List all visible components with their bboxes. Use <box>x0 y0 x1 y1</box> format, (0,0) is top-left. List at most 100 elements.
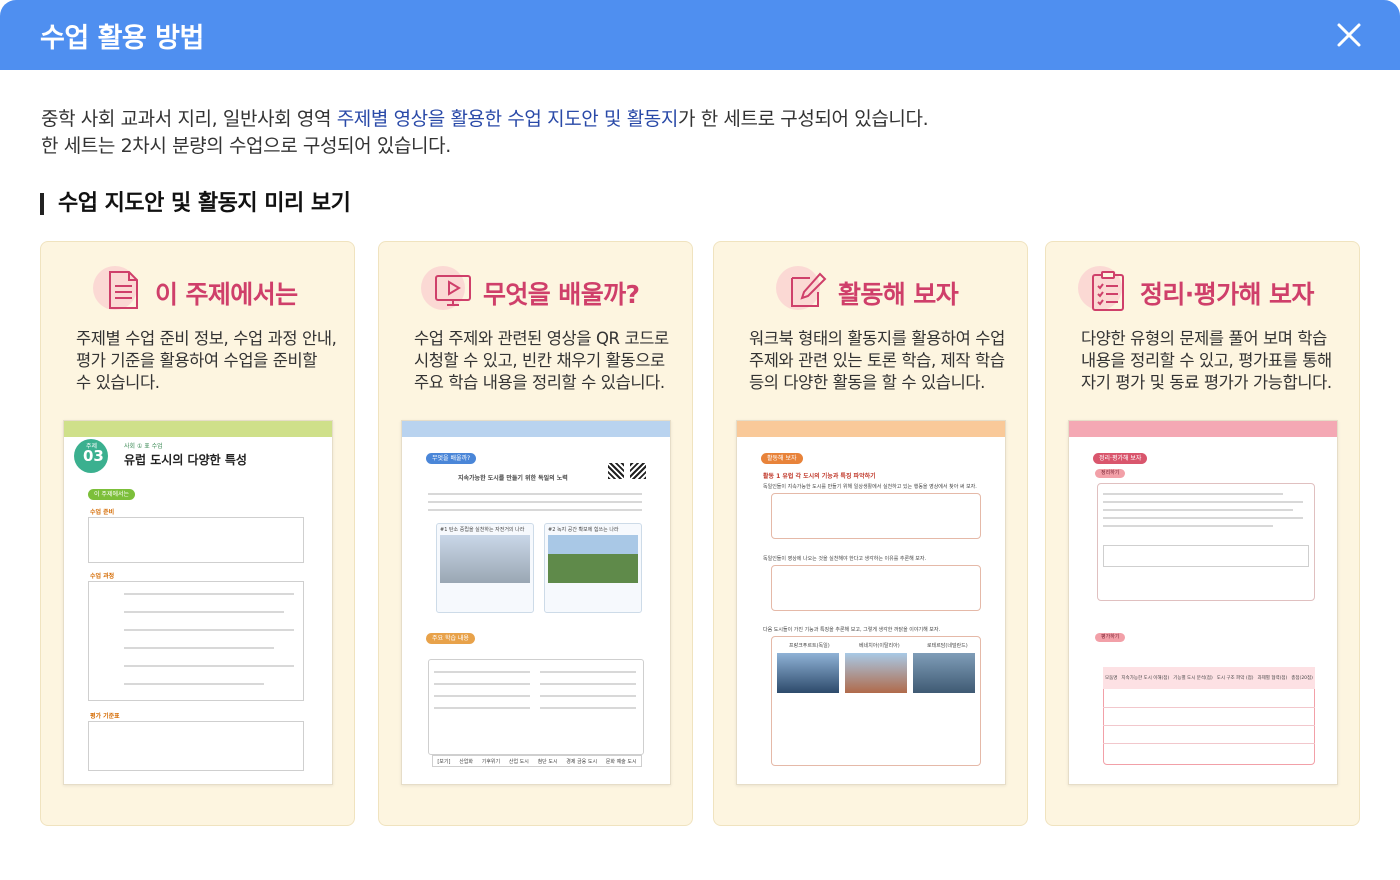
city-photo <box>913 653 975 693</box>
lesson-plan-preview[interactable]: 주제 03 사회 ① 표 수업 유럽 도시의 다양한 특성 이 주제에서는 수업… <box>63 420 333 785</box>
preview-pill: 주요 학습 내용 <box>426 633 475 644</box>
city-photo <box>845 653 907 693</box>
preview-line <box>540 671 636 673</box>
card-desc-line: 주제별 수업 준비 정보, 수업 과정 안내, <box>76 329 337 348</box>
card-header: 정리·평가해 보자 <box>1078 266 1348 318</box>
city-name: 로테르담(네덜란드) <box>927 643 968 649</box>
preview-line <box>124 683 264 685</box>
preview-line <box>428 509 642 511</box>
close-button[interactable] <box>1330 16 1368 54</box>
table-header-cell: 총점(20점) <box>1291 676 1313 681</box>
video-label: #1 탄소 중립을 실천하는 자전거의 나라 <box>440 527 525 533</box>
document-list-icon <box>109 271 138 309</box>
monitor-play-icon <box>435 275 471 306</box>
icon-wrap <box>776 266 836 318</box>
qr-code-icon <box>630 463 646 479</box>
card-description: 수업 주제와 관련된 영상을 QR 코드로 시청할 수 있고, 빈칸 채우기 활… <box>414 328 669 394</box>
preview-pill: 무엇을 배울까? <box>426 453 477 464</box>
preview-top-bar <box>737 421 1005 437</box>
preview-pill: 정리·평가해 보자 <box>1093 453 1148 464</box>
preview-line <box>434 671 530 673</box>
preview-line <box>540 683 636 685</box>
landscape-photo <box>548 535 638 583</box>
preview-top-bar <box>64 421 332 437</box>
intro-highlight: 주제별 영상을 활용한 수업 지도안 및 활동지 <box>336 108 679 130</box>
preview-line <box>124 647 274 649</box>
question-3: 다음 도시들이 가진 기능과 특징을 추론해 보고, 그렇게 생각한 까닭을 이… <box>763 627 941 633</box>
card-desc-line: 자기 평가 및 동료 평가가 가능합니다. <box>1081 373 1332 392</box>
card-desc-line: 주요 학습 내용을 정리할 수 있습니다. <box>414 373 665 392</box>
preview-line <box>124 593 294 595</box>
word-bank-item: 기후위기 <box>481 758 501 765</box>
preview-part: 평가하기 <box>1095 633 1126 642</box>
clipboard-check-icon <box>1092 271 1124 311</box>
activity-preview[interactable]: 활동해 보자 활동 1 유럽 각 도시의 기능과 특징 파악하기 독일인들이 지… <box>736 420 1006 785</box>
card-desc-line: 수 있습니다. <box>76 373 160 392</box>
card-desc-line: 등의 다양한 활동을 할 수 있습니다. <box>749 373 985 392</box>
question-1: 독일인들이 지속가능한 도시를 만들기 위해 일상생활에서 실천하고 있는 행동… <box>763 484 977 490</box>
preview-line <box>1103 517 1303 519</box>
card-desc-line: 시청할 수 있고, 빈칸 채우기 활동으로 <box>414 351 665 370</box>
icon-wrap <box>93 266 153 318</box>
card-header: 활동해 보자 <box>776 266 1006 318</box>
preview-pill: 활동해 보자 <box>761 453 803 464</box>
word-bank-item: [보기] <box>437 758 451 765</box>
preview-line <box>434 695 530 697</box>
close-icon[interactable] <box>1330 16 1368 54</box>
answer-box <box>771 493 981 539</box>
card-header: 무엇을 배울까? <box>421 266 681 318</box>
card-desc-line: 다양한 유형의 문제를 풀어 보며 학습 <box>1081 329 1327 348</box>
preview-table <box>88 721 304 771</box>
preview-section: 수업 준비 <box>90 509 115 516</box>
worksheet-preview[interactable]: 무엇을 배울까? 지속가능한 도시를 만들기 위한 독일의 노력 #1 탄소 중… <box>401 420 671 785</box>
preview-line <box>1103 493 1283 495</box>
card-desc-line: 평가 기준을 활용하여 수업을 준비할 <box>76 351 318 370</box>
table-header-cell: 모둠명 <box>1105 676 1118 681</box>
card-what-to-learn[interactable]: 무엇을 배울까? 수업 주제와 관련된 영상을 QR 코드로 시청할 수 있고,… <box>378 241 693 826</box>
table-row-line <box>1103 743 1315 744</box>
activity-label: 활동 1 유럽 각 도시의 기능과 특징 파악하기 <box>763 473 876 480</box>
card-activity[interactable]: 활동해 보자 워크북 형태의 활동지를 활용하여 수업 주제와 관련 있는 토론… <box>713 241 1028 826</box>
word-bank-item: 산업 도시 <box>508 758 529 765</box>
icon-wrap <box>421 266 481 318</box>
preview-title: 유럽 도시의 다양한 특성 <box>124 453 247 467</box>
topic-number: 03 <box>83 447 104 465</box>
preview-line <box>434 707 530 709</box>
preview-line <box>124 665 294 667</box>
word-bank-item: 문화 예술 도시 <box>605 758 637 765</box>
preview-line <box>540 707 636 709</box>
modal-header: 수업 활용 방법 <box>0 0 1400 70</box>
preview-table <box>88 517 304 563</box>
pencil-paper-icon <box>791 272 827 307</box>
answer-box <box>1103 545 1309 567</box>
city-name: 프랑크푸르트(독일) <box>789 643 830 649</box>
preview-line <box>1103 509 1293 511</box>
card-title: 활동해 보자 <box>838 280 959 309</box>
card-title: 정리·평가해 보자 <box>1140 280 1314 309</box>
evaluation-table-header: 모둠명 지속가능한 도시 이해(점) 기능별 도시 분석(점) 도시 구조 파악… <box>1103 667 1315 689</box>
preview-line <box>1103 501 1303 503</box>
preview-line <box>434 683 530 685</box>
preview-top-bar <box>1069 421 1337 437</box>
preview-line <box>540 695 636 697</box>
card-header: 이 주제에서는 <box>93 266 333 318</box>
card-summary-evaluation[interactable]: 정리·평가해 보자 다양한 유형의 문제를 풀어 보며 학습 내용을 정리할 수… <box>1045 241 1360 826</box>
section-title: 수업 지도안 및 활동지 미리 보기 <box>40 190 351 218</box>
word-bank-item: 첨단 도시 <box>537 758 558 765</box>
evaluation-preview[interactable]: 정리·평가해 보자 정리하기 평가하기 모둠명 지속가능한 도시 이해(점) 기… <box>1068 420 1338 785</box>
preview-line <box>124 629 294 631</box>
preview-line <box>428 501 642 503</box>
city-name: 베네치아(이탈리아) <box>859 643 900 649</box>
preview-line <box>1103 525 1273 527</box>
word-bank-item: 경제 금융 도시 <box>566 758 598 765</box>
card-description: 워크북 형태의 활동지를 활용하여 수업 주제와 관련 있는 토론 학습, 제작… <box>749 328 1005 394</box>
card-title: 무엇을 배울까? <box>483 280 640 309</box>
preview-part: 정리하기 <box>1095 469 1126 478</box>
preview-top-bar <box>402 421 670 437</box>
question-2: 독일인들이 영상에 나오는 것을 실천해야 한다고 생각하는 이유를 추론해 보… <box>763 556 927 562</box>
card-this-topic[interactable]: 이 주제에서는 주제별 수업 준비 정보, 수업 과정 안내, 평가 기준을 활… <box>40 241 355 826</box>
table-header-cell: 도시 구조 파악 (점) <box>1216 676 1254 681</box>
card-desc-line: 워크북 형태의 활동지를 활용하여 수업 <box>749 329 1005 348</box>
icon-wrap <box>1078 266 1138 318</box>
card-description: 다양한 유형의 문제를 풀어 보며 학습 내용을 정리할 수 있고, 평가표를 … <box>1081 328 1332 394</box>
